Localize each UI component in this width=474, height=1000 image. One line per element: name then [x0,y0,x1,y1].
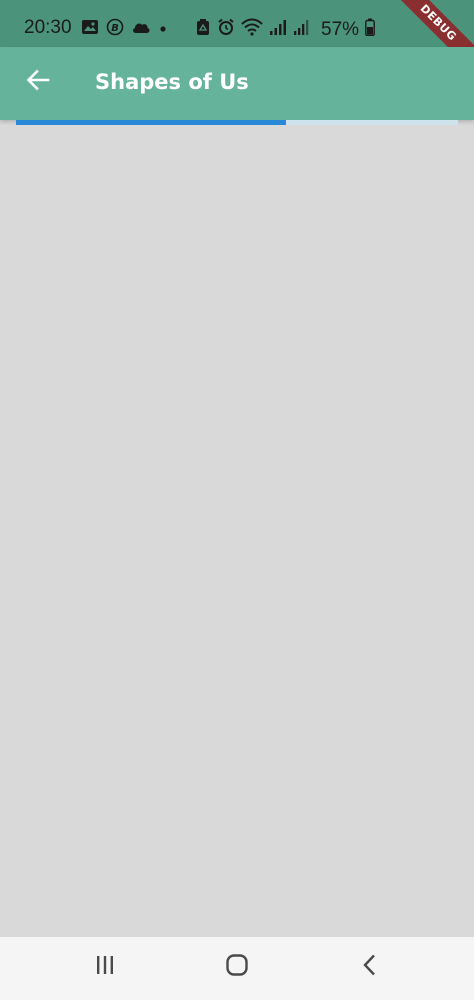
back-button[interactable] [15,59,61,105]
alarm-clock-icon [195,18,211,41]
svg-text:B: B [111,23,119,34]
status-icons-left: B [81,18,168,41]
alarm-icon [217,18,235,41]
status-icons-right: 57% [195,18,375,41]
recent-apps-button[interactable] [77,947,133,987]
home-button[interactable] [209,947,265,987]
system-nav-bar [0,937,474,1000]
recent-apps-icon [93,954,117,980]
wifi-icon [241,18,263,41]
back-chevron-icon [360,953,380,981]
content-area [0,125,474,937]
battery-icon [365,18,375,41]
home-icon [225,953,249,981]
status-time: 20:30 [24,17,72,38]
signal-icon [269,18,287,41]
nav-back-button[interactable] [342,947,398,987]
status-bar: 20:30 B 57% DEBUG [0,0,474,84]
signal-icon-2 [293,18,309,41]
arrow-back-icon [25,67,51,97]
b-coin-icon: B [106,18,124,41]
dot-icon [158,21,168,39]
app-bar: Shapes of Us [0,47,474,120]
battery-percent: 57% [321,18,360,40]
cloud-icon [131,20,151,39]
page-title: Shapes of Us [95,70,249,94]
image-icon [81,19,99,40]
